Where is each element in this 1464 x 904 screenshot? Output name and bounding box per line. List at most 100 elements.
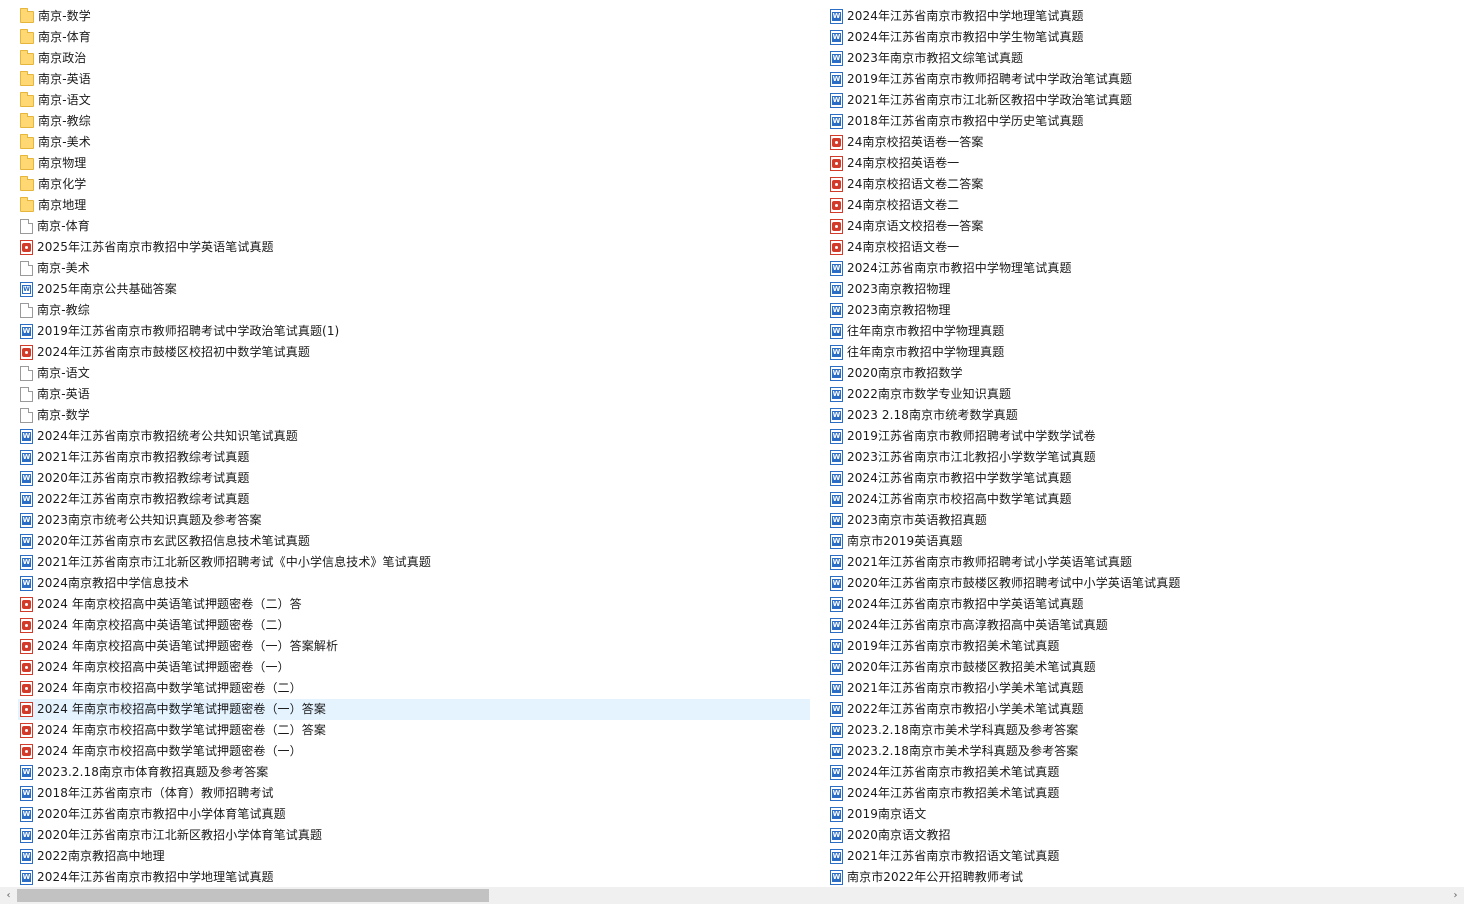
item-label: 2021年江苏省南京市教招语文笔试真题 [847,849,1060,863]
file-item[interactable]: 2023南京市英语教招真题 [828,510,1464,531]
item-label: 2020南京市教招数学 [847,366,963,380]
file-item[interactable]: 2021年江苏省南京市教招小学美术笔试真题 [828,678,1464,699]
item-label: 24南京校招语文卷一 [847,240,960,254]
item-label: 2024年江苏省南京市高淳教招高中英语笔试真题 [847,618,1108,632]
word-document-icon [830,324,843,339]
item-label: 2024年江苏省南京市教招美术笔试真题 [847,786,1060,800]
file-item[interactable]: 24南京校招语文卷二答案 [828,174,1464,195]
file-item[interactable]: 2023 2.18南京市统考数学真题 [828,405,1464,426]
file-item[interactable]: 2023.2.18南京市美术学科真题及参考答案 [828,741,1464,762]
file-item[interactable]: 2023.2.18南京市美术学科真题及参考答案 [828,720,1464,741]
file-item[interactable]: 南京市2019英语真题 [828,531,1464,552]
file-column-right: 2024年江苏省南京市教招中学地理笔试真题 2024年江苏省南京市教招中学生物笔试… [0,0,1464,888]
file-item[interactable]: 2023南京教招物理 [828,300,1464,321]
file-item[interactable]: 2023江苏省南京市江北教招小学数学笔试真题 [828,447,1464,468]
pdf-file-icon [830,198,843,213]
file-item[interactable]: 2020南京市教招数学 [828,363,1464,384]
file-item[interactable]: 2020南京语文教招 [828,825,1464,846]
item-label: 2023江苏省南京市江北教招小学数学笔试真题 [847,450,1096,464]
item-label: 2022年江苏省南京市教招小学美术笔试真题 [847,702,1084,716]
file-item[interactable]: 24南京校招英语卷一答案 [828,132,1464,153]
file-item[interactable]: 2024年江苏省南京市高淳教招高中英语笔试真题 [828,615,1464,636]
file-item[interactable]: 2024年江苏省南京市教招中学英语笔试真题 [828,594,1464,615]
file-item[interactable]: 2021年江苏省南京市教招语文笔试真题 [828,846,1464,867]
word-document-icon [830,72,843,87]
file-item[interactable]: 24南京校招英语卷一 [828,153,1464,174]
file-item[interactable]: 2019南京语文 [828,804,1464,825]
word-document-icon [830,261,843,276]
file-item[interactable]: 2019年江苏省南京市教招美术笔试真题 [828,636,1464,657]
item-label: 南京市2022年公开招聘教师考试 [847,870,1024,884]
item-label: 往年南京市教招中学物理真题 [847,345,1005,359]
file-item[interactable]: 2018年江苏省南京市教招中学历史笔试真题 [828,111,1464,132]
word-document-icon [830,114,843,129]
item-label: 往年南京市教招中学物理真题 [847,324,1005,338]
item-label: 24南京校招英语卷一 [847,156,960,170]
word-document-icon [830,429,843,444]
item-label: 2019年江苏省南京市教招美术笔试真题 [847,639,1060,653]
item-label: 2023 2.18南京市统考数学真题 [847,408,1018,422]
file-item[interactable]: 2024年江苏省南京市教招中学生物笔试真题 [828,27,1464,48]
file-item[interactable]: 2021年江苏省南京市江北新区教招中学政治笔试真题 [828,90,1464,111]
file-item[interactable]: 2024年江苏省南京市教招美术笔试真题 [828,783,1464,804]
file-item[interactable]: 2024年江苏省南京市教招美术笔试真题 [828,762,1464,783]
item-label: 2018年江苏省南京市教招中学历史笔试真题 [847,114,1084,128]
file-item[interactable]: 2024江苏省南京市教招中学数学笔试真题 [828,468,1464,489]
item-label: 2020南京语文教招 [847,828,951,842]
item-label: 2023南京教招物理 [847,282,951,296]
file-item[interactable]: 2022年江苏省南京市教招小学美术笔试真题 [828,699,1464,720]
word-document-icon [830,786,843,801]
file-item[interactable]: 2024年江苏省南京市教招中学地理笔试真题 [828,6,1464,27]
word-document-icon [830,639,843,654]
file-item[interactable]: 24南京语文校招卷一答案 [828,216,1464,237]
word-document-icon [830,618,843,633]
file-item[interactable]: 往年南京市教招中学物理真题 [828,342,1464,363]
item-label: 2024江苏省南京市校招高中数学笔试真题 [847,492,1072,506]
item-label: 2024江苏省南京市教招中学物理笔试真题 [847,261,1072,275]
word-document-icon [830,807,843,822]
file-item[interactable]: 2024江苏省南京市校招高中数学笔试真题 [828,489,1464,510]
file-item[interactable]: 2019年江苏省南京市教师招聘考试中学政治笔试真题 [828,69,1464,90]
pdf-file-icon [830,240,843,255]
word-document-icon [830,555,843,570]
word-document-icon [830,408,843,423]
scroll-left-arrow[interactable]: ‹ [0,887,17,904]
file-item[interactable]: 2021年江苏省南京市教师招聘考试小学英语笔试真题 [828,552,1464,573]
item-label: 2024年江苏省南京市教招美术笔试真题 [847,765,1060,779]
file-item[interactable]: 2023南京教招物理 [828,279,1464,300]
file-item[interactable]: 24南京校招语文卷一 [828,237,1464,258]
scrollbar-thumb[interactable] [17,889,489,902]
item-label: 24南京语文校招卷一答案 [847,219,984,233]
file-item[interactable]: 2024江苏省南京市教招中学物理笔试真题 [828,258,1464,279]
item-label: 2023年南京市教招文综笔试真题 [847,51,1024,65]
file-item[interactable]: 往年南京市教招中学物理真题 [828,321,1464,342]
file-item[interactable]: 2020年江苏省南京市鼓楼区教招美术笔试真题 [828,657,1464,678]
file-item[interactable]: 南京市2022年公开招聘教师考试 [828,867,1464,888]
word-document-icon [830,471,843,486]
word-document-icon [830,534,843,549]
word-document-icon [830,282,843,297]
word-document-icon [830,597,843,612]
file-item[interactable]: 2020年江苏省南京市鼓楼区教师招聘考试中小学英语笔试真题 [828,573,1464,594]
word-document-icon [830,492,843,507]
word-document-icon [830,51,843,66]
item-label: 2020年江苏省南京市鼓楼区教师招聘考试中小学英语笔试真题 [847,576,1181,590]
file-item[interactable]: 2019江苏省南京市教师招聘考试中学数学试卷 [828,426,1464,447]
word-document-icon [830,9,843,24]
file-item[interactable]: 2023年南京市教招文综笔试真题 [828,48,1464,69]
file-item[interactable]: 2022南京市数学专业知识真题 [828,384,1464,405]
item-label: 2021年江苏省南京市教师招聘考试小学英语笔试真题 [847,555,1133,569]
word-document-icon [830,303,843,318]
pdf-file-icon [830,135,843,150]
word-document-icon [830,723,843,738]
item-label: 2019江苏省南京市教师招聘考试中学数学试卷 [847,429,1096,443]
item-label: 24南京校招语文卷二答案 [847,177,984,191]
word-document-icon [830,366,843,381]
file-list-view[interactable]: 南京-数学 南京-体育 南京政治 南京-英语 南京-语文 南京-教综 南京-美术 南京物理 南京… [0,0,1464,887]
horizontal-scrollbar[interactable]: ‹ › [0,887,1464,904]
file-item[interactable]: 24南京校招语文卷二 [828,195,1464,216]
item-label: 2024江苏省南京市教招中学数学笔试真题 [847,471,1072,485]
word-document-icon [830,576,843,591]
word-document-icon [830,681,843,696]
scroll-right-arrow[interactable]: › [1447,887,1464,904]
